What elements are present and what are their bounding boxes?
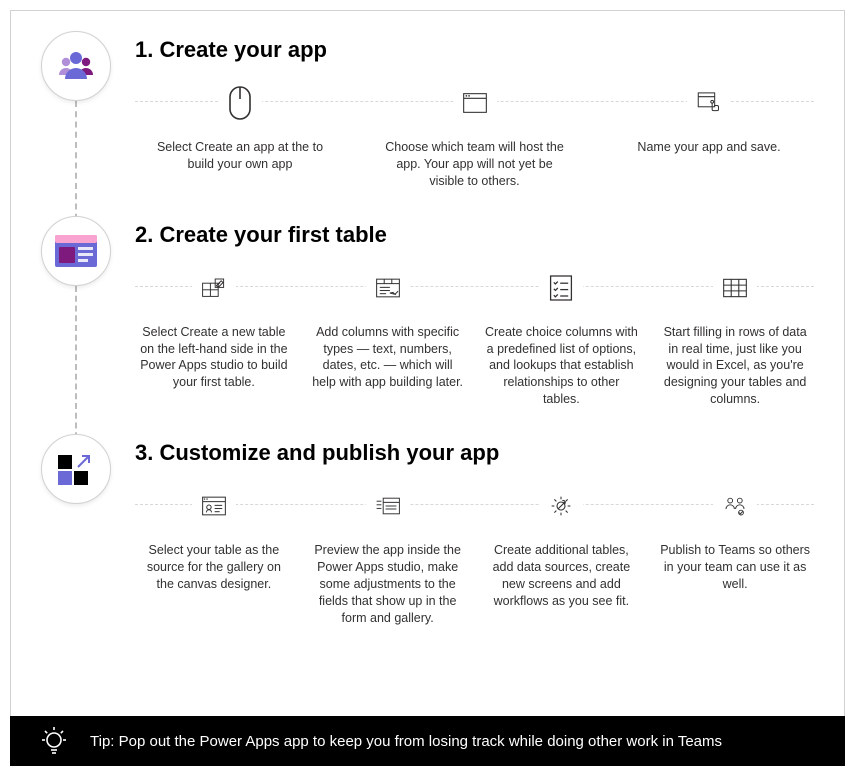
columns-form-icon (366, 266, 410, 310)
gallery-source-icon (192, 484, 236, 528)
step-item: Add columns with specific types — text, … (309, 266, 467, 408)
medallion-people (41, 31, 111, 101)
step-item: Preview the app inside the Power Apps st… (309, 484, 467, 626)
section-create-table: 2. Create your first table Select Create… (41, 216, 814, 408)
medallion-publish (41, 434, 111, 504)
tip-bar: Tip: Pop out the Power Apps app to keep … (10, 716, 845, 766)
grid-icon (713, 266, 757, 310)
step-text: Name your app and save. (614, 139, 804, 156)
step-item: Create choice columns with a predefined … (483, 266, 641, 408)
step-text: Select your table as the source for the … (135, 542, 293, 593)
people-icon (56, 49, 96, 83)
touch-icon (687, 81, 731, 125)
timeline-connector (75, 101, 77, 230)
step-item: Create additional tables, add data sourc… (483, 484, 641, 626)
step-item: Choose which team will host the app. You… (380, 81, 570, 190)
step-item: Select your table as the source for the … (135, 484, 293, 626)
step-row: Select your table as the source for the … (135, 484, 814, 626)
preview-form-icon (366, 484, 410, 528)
step-text: Create additional tables, add data sourc… (483, 542, 641, 610)
team-publish-icon (713, 484, 757, 528)
new-table-icon (192, 266, 236, 310)
step-text: Add columns with specific types — text, … (309, 324, 467, 392)
section-create-app: 1. Create your app Select Create an app … (41, 31, 814, 190)
gear-wrench-icon (539, 484, 583, 528)
timeline-connector (75, 286, 77, 448)
step-item: Publish to Teams so others in your team … (656, 484, 814, 626)
checklist-icon (539, 266, 583, 310)
section-title: 3. Customize and publish your app (135, 440, 814, 466)
step-text: Create choice columns with a predefined … (483, 324, 641, 408)
step-item: Name your app and save. (614, 81, 804, 190)
lightbulb-icon (38, 725, 70, 757)
step-text: Select Create an app at the to build you… (145, 139, 335, 173)
step-item: Select Create a new table on the left-ha… (135, 266, 293, 408)
step-text: Choose which team will host the app. You… (380, 139, 570, 190)
step-text: Start filling in rows of data in real ti… (656, 324, 814, 408)
step-text: Preview the app inside the Power Apps st… (309, 542, 467, 626)
mouse-icon (218, 81, 262, 125)
section-title: 2. Create your first table (135, 222, 814, 248)
section-customize-publish: 3. Customize and publish your app (41, 434, 814, 626)
medallion-table (41, 216, 111, 286)
section-title: 1. Create your app (135, 37, 814, 63)
tiles-arrow-icon (56, 451, 96, 487)
step-item: Start filling in rows of data in real ti… (656, 266, 814, 408)
window-icon (453, 81, 497, 125)
step-text: Publish to Teams so others in your team … (656, 542, 814, 593)
step-text: Select Create a new table on the left-ha… (135, 324, 293, 392)
content-frame: 1. Create your app Select Create an app … (10, 10, 845, 760)
step-row: Select Create a new table on the left-ha… (135, 266, 814, 408)
table-card-icon (55, 235, 97, 267)
tip-text: Tip: Pop out the Power Apps app to keep … (90, 733, 722, 750)
step-row: Select Create an app at the to build you… (135, 81, 814, 190)
step-item: Select Create an app at the to build you… (145, 81, 335, 190)
